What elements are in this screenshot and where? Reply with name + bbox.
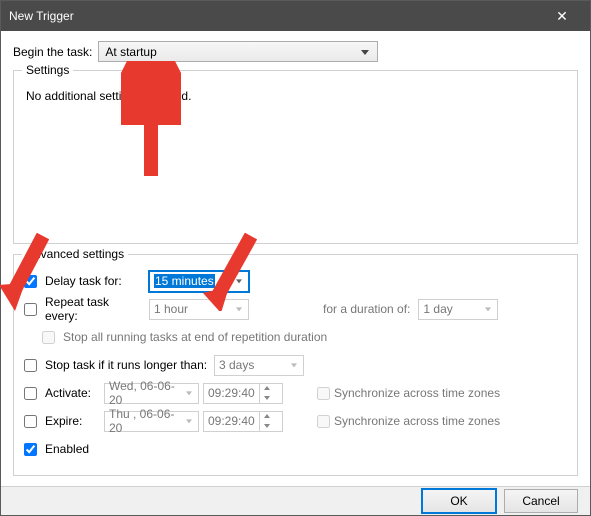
repeat-label: Repeat task every: bbox=[45, 295, 145, 323]
activate-date-value: Wed, 06-06-20 bbox=[109, 379, 180, 407]
activate-date[interactable]: Wed, 06-06-20 bbox=[104, 383, 199, 404]
expire-date-value: Thu , 06-06-20 bbox=[109, 407, 180, 435]
delay-value: 15 minutes bbox=[154, 274, 215, 288]
ok-button[interactable]: OK bbox=[422, 489, 496, 513]
settings-text: No additional settings required. bbox=[24, 85, 567, 107]
settings-group-title: Settings bbox=[22, 63, 73, 77]
repeat-row: Repeat task every: 1 hour for a duration… bbox=[24, 297, 567, 321]
stop-longer-checkbox[interactable] bbox=[24, 359, 37, 372]
delay-row: Delay task for: 15 minutes bbox=[24, 269, 567, 293]
activate-checkbox[interactable] bbox=[24, 387, 37, 400]
activate-sync-label: Synchronize across time zones bbox=[334, 386, 500, 400]
expire-checkbox[interactable] bbox=[24, 415, 37, 428]
begin-task-value: At startup bbox=[105, 45, 156, 59]
delay-combo[interactable]: 15 minutes bbox=[149, 271, 249, 292]
duration-label: for a duration of: bbox=[323, 302, 410, 316]
window-title: New Trigger bbox=[9, 9, 542, 23]
activate-sync-checkbox bbox=[317, 387, 330, 400]
stop-longer-value: 3 days bbox=[219, 358, 254, 372]
enabled-row: Enabled bbox=[24, 437, 567, 461]
close-icon[interactable]: ✕ bbox=[542, 1, 582, 31]
stop-end-row: Stop all running tasks at end of repetit… bbox=[42, 325, 567, 349]
begin-task-select[interactable]: At startup bbox=[98, 41, 378, 62]
content-area: Begin the task: At startup Settings No a… bbox=[1, 31, 590, 486]
stop-longer-label: Stop task if it runs longer than: bbox=[45, 358, 210, 372]
activate-time[interactable]: 09:29:40 bbox=[203, 383, 283, 404]
stop-longer-combo[interactable]: 3 days bbox=[214, 355, 304, 376]
expire-label: Expire: bbox=[45, 414, 100, 428]
titlebar: New Trigger ✕ bbox=[1, 1, 590, 31]
activate-time-value: 09:29:40 bbox=[204, 386, 259, 400]
duration-combo[interactable]: 1 day bbox=[418, 299, 498, 320]
spinner-down-icon[interactable] bbox=[260, 393, 274, 403]
delay-label: Delay task for: bbox=[45, 274, 145, 288]
settings-group: Settings No additional settings required… bbox=[13, 70, 578, 244]
advanced-group-title: Advanced settings bbox=[22, 247, 128, 261]
begin-task-row: Begin the task: At startup bbox=[13, 41, 578, 62]
footer: OK Cancel bbox=[1, 486, 590, 515]
repeat-combo[interactable]: 1 hour bbox=[149, 299, 249, 320]
repeat-checkbox[interactable] bbox=[24, 303, 37, 316]
repeat-value: 1 hour bbox=[154, 302, 188, 316]
enabled-checkbox[interactable] bbox=[24, 443, 37, 456]
activate-label: Activate: bbox=[45, 386, 100, 400]
stop-end-label: Stop all running tasks at end of repetit… bbox=[63, 330, 327, 344]
window: New Trigger ✕ Begin the task: At startup… bbox=[0, 0, 591, 516]
cancel-button[interactable]: Cancel bbox=[504, 489, 578, 513]
stop-end-checkbox bbox=[42, 331, 55, 344]
expire-row: Expire: Thu , 06-06-20 09:29:40 Synchron… bbox=[24, 409, 567, 433]
begin-task-label: Begin the task: bbox=[13, 45, 92, 59]
enabled-label: Enabled bbox=[45, 442, 89, 456]
expire-time[interactable]: 09:29:40 bbox=[203, 411, 283, 432]
duration-value: 1 day bbox=[423, 302, 452, 316]
expire-sync-label: Synchronize across time zones bbox=[334, 414, 500, 428]
expire-date[interactable]: Thu , 06-06-20 bbox=[104, 411, 199, 432]
spinner-up-icon[interactable] bbox=[260, 411, 274, 421]
expire-time-spinner[interactable] bbox=[259, 411, 274, 431]
spinner-down-icon[interactable] bbox=[260, 421, 274, 431]
advanced-group: Advanced settings Delay task for: 15 min… bbox=[13, 254, 578, 476]
stop-longer-row: Stop task if it runs longer than: 3 days bbox=[24, 353, 567, 377]
delay-checkbox[interactable] bbox=[24, 275, 37, 288]
activate-time-spinner[interactable] bbox=[259, 383, 274, 403]
expire-time-value: 09:29:40 bbox=[204, 414, 259, 428]
expire-sync-checkbox bbox=[317, 415, 330, 428]
spinner-up-icon[interactable] bbox=[260, 383, 274, 393]
activate-row: Activate: Wed, 06-06-20 09:29:40 Synchro… bbox=[24, 381, 567, 405]
